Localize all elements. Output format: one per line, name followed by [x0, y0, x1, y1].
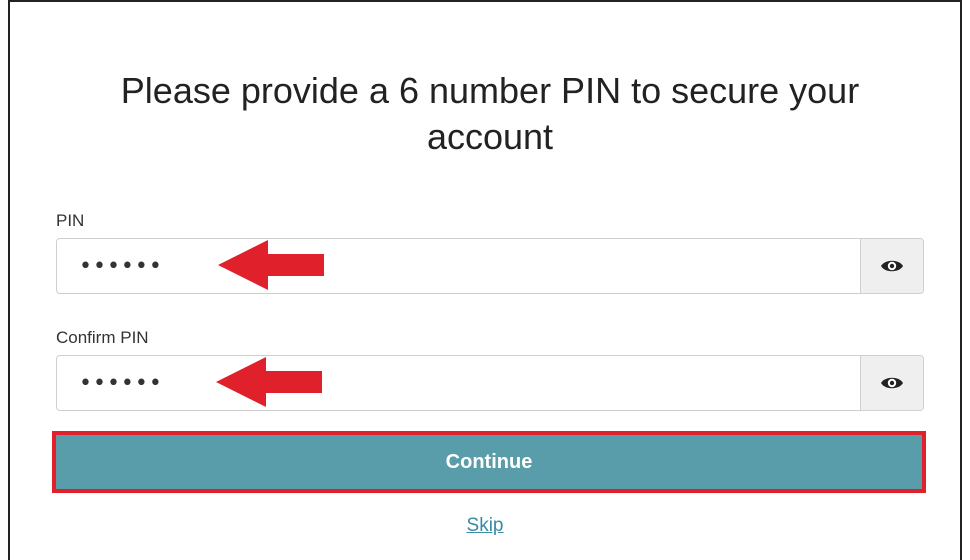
- eye-icon: [881, 377, 903, 389]
- confirm-pin-input[interactable]: [57, 356, 860, 410]
- pin-input-group: [56, 238, 924, 294]
- continue-button[interactable]: Continue: [56, 435, 922, 489]
- red-arrow-annotation: [218, 240, 324, 290]
- skip-link[interactable]: Skip: [467, 515, 504, 536]
- pin-input[interactable]: [57, 239, 860, 293]
- pin-label: PIN: [56, 211, 85, 230]
- confirm-pin-label: Confirm PIN: [56, 328, 149, 347]
- page-title: Please provide a 6 number PIN to secure …: [120, 70, 860, 157]
- continue-highlight: Continue: [52, 431, 926, 493]
- confirm-pin-input-group: [56, 355, 924, 411]
- show-pin-button[interactable]: [860, 239, 923, 293]
- show-confirm-pin-button[interactable]: [860, 356, 923, 410]
- skip-container: Skip: [0, 515, 970, 537]
- eye-icon: [881, 260, 903, 272]
- red-arrow-annotation: [216, 357, 322, 407]
